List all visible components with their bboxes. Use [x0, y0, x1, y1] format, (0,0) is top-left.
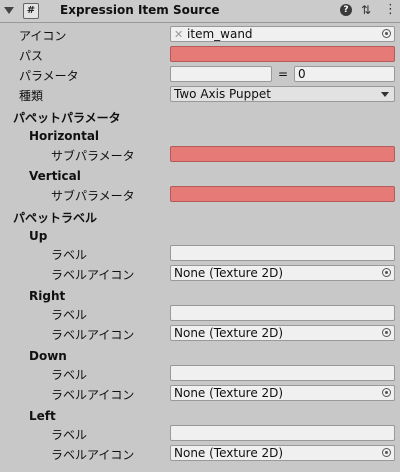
parameter-row: パラメータ = 0: [0, 65, 400, 83]
right-heading-row: Right: [0, 287, 400, 305]
path-label: パス: [19, 49, 44, 63]
object-picker-icon[interactable]: [382, 268, 391, 277]
left-label-text: ラベル: [51, 428, 88, 442]
icon-object-field[interactable]: ✕ item_wand: [170, 26, 395, 42]
left-heading-row: Left: [0, 407, 400, 425]
help-icon[interactable]: ?: [340, 4, 352, 16]
type-value: Two Axis Puppet: [174, 87, 271, 101]
component-title: Expression Item Source: [60, 3, 220, 17]
foldout-arrow-icon[interactable]: [4, 7, 14, 14]
object-picker-icon[interactable]: [382, 448, 391, 457]
right-label-field[interactable]: [170, 305, 395, 321]
left-icon-field[interactable]: None (Texture 2D): [170, 445, 395, 461]
parameter-label: パラメータ: [19, 69, 79, 83]
left-icon-text: ラベルアイコン: [51, 448, 135, 462]
left-icon-value: None (Texture 2D): [174, 446, 284, 460]
context-menu-icon[interactable]: ⋮: [384, 3, 398, 17]
type-label: 種類: [19, 89, 44, 103]
right-label-row: ラベル: [0, 304, 400, 322]
vertical-subparameter-row: サブパラメータ: [0, 185, 400, 203]
down-icon-row: ラベルアイコン None (Texture 2D): [0, 384, 400, 402]
down-label-text: ラベル: [51, 368, 88, 382]
left-icon-row: ラベルアイコン None (Texture 2D): [0, 444, 400, 462]
script-icon: #: [23, 3, 39, 19]
chevron-down-icon: [381, 92, 389, 97]
icon-label: アイコン: [19, 29, 67, 43]
path-row: パス: [0, 45, 400, 63]
down-label-row: ラベル: [0, 364, 400, 382]
right-icon-value: None (Texture 2D): [174, 326, 284, 340]
left-label-row: ラベル: [0, 424, 400, 442]
up-icon-field[interactable]: None (Texture 2D): [170, 265, 395, 281]
down-label-field[interactable]: [170, 365, 395, 381]
up-icon-value: None (Texture 2D): [174, 266, 284, 280]
right-label-text: ラベル: [51, 308, 88, 322]
puppet-parameters-heading-row: パペットパラメータ: [0, 107, 400, 125]
right-icon-field[interactable]: None (Texture 2D): [170, 325, 395, 341]
up-heading: Up: [29, 229, 48, 243]
up-icon-text: ラベルアイコン: [51, 268, 135, 282]
right-heading: Right: [29, 289, 66, 303]
down-icon-value: None (Texture 2D): [174, 386, 284, 400]
type-row: 種類 Two Axis Puppet: [0, 85, 400, 103]
down-icon-field[interactable]: None (Texture 2D): [170, 385, 395, 401]
puppet-labels-heading: パペットラベル: [13, 211, 98, 225]
type-dropdown[interactable]: Two Axis Puppet: [170, 86, 395, 102]
object-picker-icon[interactable]: [382, 29, 391, 38]
object-picker-icon[interactable]: [382, 388, 391, 397]
vertical-subparameter-label: サブパラメータ: [51, 189, 135, 203]
vertical-heading-row: Vertical: [0, 167, 400, 185]
down-heading-row: Down: [0, 347, 400, 365]
up-label-text: ラベル: [51, 248, 88, 262]
icon-row: アイコン ✕ item_wand: [0, 25, 400, 43]
parameter-field[interactable]: [170, 66, 272, 82]
left-heading: Left: [29, 409, 56, 423]
equals-sign: =: [278, 67, 289, 81]
preset-icon[interactable]: ⇅: [361, 3, 375, 17]
vertical-heading: Vertical: [29, 169, 81, 183]
up-heading-row: Up: [0, 227, 400, 245]
right-icon-text: ラベルアイコン: [51, 328, 135, 342]
down-icon-text: ラベルアイコン: [51, 388, 135, 402]
up-icon-row: ラベルアイコン None (Texture 2D): [0, 264, 400, 282]
texture-icon: ✕: [174, 28, 184, 41]
parameter-value-field[interactable]: 0: [294, 66, 395, 82]
horizontal-subparameter-row: サブパラメータ: [0, 145, 400, 163]
up-label-row: ラベル: [0, 244, 400, 262]
puppet-parameters-heading: パペットパラメータ: [13, 111, 121, 125]
left-label-field[interactable]: [170, 425, 395, 441]
object-picker-icon[interactable]: [382, 328, 391, 337]
horizontal-subparameter-label: サブパラメータ: [51, 149, 135, 163]
horizontal-heading-row: Horizontal: [0, 127, 400, 145]
right-icon-row: ラベルアイコン None (Texture 2D): [0, 324, 400, 342]
horizontal-subparameter-field[interactable]: [170, 146, 395, 162]
puppet-labels-heading-row: パペットラベル: [0, 207, 400, 225]
up-label-field[interactable]: [170, 245, 395, 261]
vertical-subparameter-field[interactable]: [170, 186, 395, 202]
path-field[interactable]: [170, 46, 395, 62]
icon-value: item_wand: [187, 27, 253, 41]
horizontal-heading: Horizontal: [29, 129, 100, 143]
down-heading: Down: [29, 349, 67, 363]
component-header: # Expression Item Source ? ⇅ ⋮: [0, 0, 400, 23]
